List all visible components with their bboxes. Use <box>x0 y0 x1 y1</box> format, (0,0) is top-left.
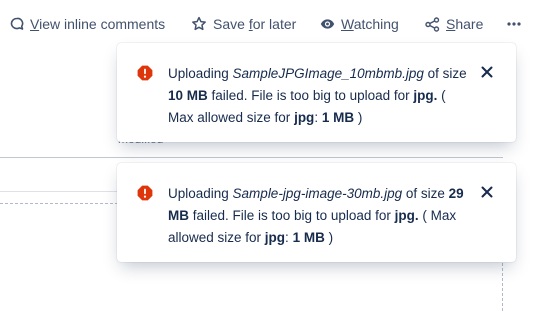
save-for-later-label: Save for later <box>213 16 297 32</box>
divider <box>0 157 503 158</box>
close-icon[interactable] <box>479 64 495 80</box>
share-button[interactable]: Share <box>425 13 483 35</box>
view-inline-comments-button[interactable]: View inline comments <box>10 13 165 35</box>
page-toolbar: View inline comments Save for later Watc… <box>0 0 553 46</box>
more-icon <box>506 16 522 32</box>
upload-error-flag: Uploading Sample-jpg-image-30mb.jpg of s… <box>117 163 516 262</box>
watching-button[interactable]: Watching <box>320 13 399 35</box>
speech-bubble-icon <box>10 17 24 31</box>
star-icon <box>191 16 207 32</box>
eye-icon <box>320 17 335 31</box>
error-icon <box>137 185 153 206</box>
flag-message: Uploading SampleJPGImage_10mbmb.jpg of s… <box>168 66 467 125</box>
more-actions-button[interactable] <box>506 13 522 35</box>
view-inline-comments-label: View inline comments <box>30 16 166 32</box>
share-label: Share <box>446 16 484 32</box>
error-icon <box>137 65 153 86</box>
save-for-later-button[interactable]: Save for later <box>191 13 296 35</box>
watching-label: Watching <box>341 16 399 32</box>
share-icon <box>425 16 440 32</box>
upload-error-flag: Uploading SampleJPGImage_10mbmb.jpg of s… <box>117 43 516 142</box>
close-icon[interactable] <box>479 184 495 200</box>
flag-message: Uploading Sample-jpg-image-30mb.jpg of s… <box>168 186 464 245</box>
